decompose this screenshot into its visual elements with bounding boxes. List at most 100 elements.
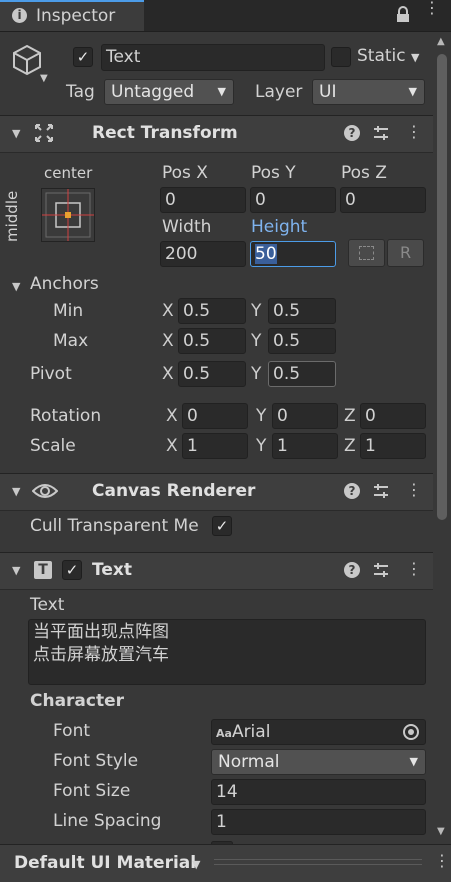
tab-inspector[interactable]: i Inspector [0,0,144,31]
font-style-label: Font Style [53,751,139,771]
help-icon[interactable]: ? [344,562,360,578]
material-dropdown-icon[interactable]: ▼ [192,858,200,871]
pos-y-field[interactable]: 0 [250,187,336,213]
pivot-label: Pivot [30,364,72,384]
blueprint-icon [359,246,374,260]
pivot-x-label: X [162,364,174,384]
pos-y-label: Pos Y [251,163,296,183]
gameobject-icon [12,44,42,76]
min-y-field[interactable]: 0.5 [268,298,336,324]
anchor-presets-button[interactable] [41,188,95,242]
font-value: Arial [231,722,271,742]
height-field[interactable]: 50 [250,241,336,267]
rot-x-field[interactable]: 0 [182,403,248,429]
pivot-x-field[interactable]: 0.5 [178,361,246,387]
rot-z-label: Z [344,406,356,426]
static-label[interactable]: Static [357,46,406,66]
rect-transform-header[interactable]: ▼ Rect Transform ? ⋮ [0,115,433,153]
font-field[interactable]: AaArial [211,719,426,745]
anchors-label[interactable]: Anchors [30,274,99,294]
component-menu-icon[interactable]: ⋮ [406,122,422,141]
scale-z-label: Z [344,436,356,456]
width-label: Width [162,217,212,237]
rect-transform-icon [34,123,54,143]
scroll-down-icon[interactable]: ▼ [437,826,445,837]
max-y-field[interactable]: 0.5 [268,328,336,354]
cull-transparent-checkbox[interactable]: ✓ [212,516,232,536]
rotation-label: Rotation [30,406,102,426]
tab-menu-icon[interactable]: ⋮ [424,0,440,16]
presets-icon[interactable] [373,483,389,499]
active-checkbox[interactable]: ✓ [73,47,93,67]
rot-y-field[interactable]: 0 [272,403,338,429]
min-x-field[interactable]: 0.5 [178,298,246,324]
min-y-label: Y [251,301,262,321]
height-value: 50 [255,244,277,264]
text-component-header[interactable]: ▼ T ✓ Text ? ⋮ [0,552,433,590]
layer-value: UI [319,82,337,102]
layer-dropdown[interactable]: UI ▼ [312,79,425,105]
text-field-label: Text [30,595,65,615]
scale-x-field[interactable]: 1 [182,433,248,459]
pos-z-field[interactable]: 0 [340,187,426,213]
anchors-foldout-icon[interactable]: ▼ [12,280,20,293]
material-label[interactable]: Default UI Material [14,853,196,873]
tag-dropdown[interactable]: Untagged ▼ [104,79,234,105]
cull-transparent-label: Cull Transparent Me [30,516,199,536]
tag-value: Untagged [111,82,195,102]
width-field[interactable]: 200 [160,241,246,267]
component-menu-icon[interactable]: ⋮ [406,559,422,578]
layer-label: Layer [255,82,303,102]
help-icon[interactable]: ? [344,483,360,499]
height-label: Height [251,217,308,237]
scrollbar[interactable]: ▲ ▼ [433,34,451,844]
chevron-down-icon: ▼ [409,755,418,768]
foldout-arrow-icon[interactable]: ▼ [12,564,20,577]
object-picker-icon[interactable] [403,724,419,740]
component-menu-icon[interactable]: ⋮ [406,480,422,499]
foldout-arrow-icon[interactable]: ▼ [12,485,20,498]
scale-label: Scale [30,436,76,456]
lock-icon[interactable] [396,6,410,23]
foldout-arrow-icon[interactable]: ▼ [12,127,20,140]
eye-icon [31,482,59,500]
pos-x-field[interactable]: 0 [160,187,246,213]
text-enabled-checkbox[interactable]: ✓ [62,560,82,580]
rot-z-field[interactable]: 0 [360,403,426,429]
line-spacing-field[interactable]: 1 [211,809,426,835]
scale-y-field[interactable]: 1 [272,433,338,459]
gameobject-icon-dropdown[interactable]: ▼ [40,73,48,84]
scale-y-label: Y [256,436,267,456]
pivot-y-field[interactable]: 0.5 [268,361,336,387]
presets-icon[interactable] [373,562,389,578]
presets-icon[interactable] [373,125,389,141]
material-bar: Default UI Material ▼ ⋮ [0,844,451,882]
font-asset-icon: Aa [216,727,232,740]
static-dropdown-icon[interactable]: ▼ [411,51,419,64]
min-x-label: X [162,301,174,321]
text-line-2: 点击屏幕放置汽车 [33,645,169,665]
scale-x-label: X [166,436,178,456]
max-x-label: X [162,331,174,351]
info-icon: i [12,8,27,23]
line-spacing-label: Line Spacing [53,811,162,831]
font-style-dropdown[interactable]: Normal ▼ [211,749,426,775]
pivot-y-label: Y [251,364,262,384]
help-icon[interactable]: ? [344,125,360,141]
canvas-renderer-header[interactable]: ▼ Canvas Renderer ? ⋮ [0,473,433,511]
max-y-label: Y [251,331,262,351]
font-size-label: Font Size [53,781,131,801]
object-name-field[interactable]: Text [101,44,325,71]
rot-y-label: Y [256,406,267,426]
text-content-area[interactable]: 当平面出现点阵图 点击屏幕放置汽车 [28,619,426,685]
scroll-up-icon[interactable]: ▲ [437,36,445,47]
scroll-thumb[interactable] [437,54,447,520]
font-size-field[interactable]: 14 [211,779,426,805]
static-checkbox[interactable] [331,47,351,67]
material-menu-icon[interactable]: ⋮ [434,851,450,870]
blueprint-mode-button[interactable] [348,239,385,267]
raw-edit-button[interactable]: R [387,239,424,267]
scale-z-field[interactable]: 1 [360,433,426,459]
pos-x-label: Pos X [162,163,208,183]
max-x-field[interactable]: 0.5 [178,328,246,354]
